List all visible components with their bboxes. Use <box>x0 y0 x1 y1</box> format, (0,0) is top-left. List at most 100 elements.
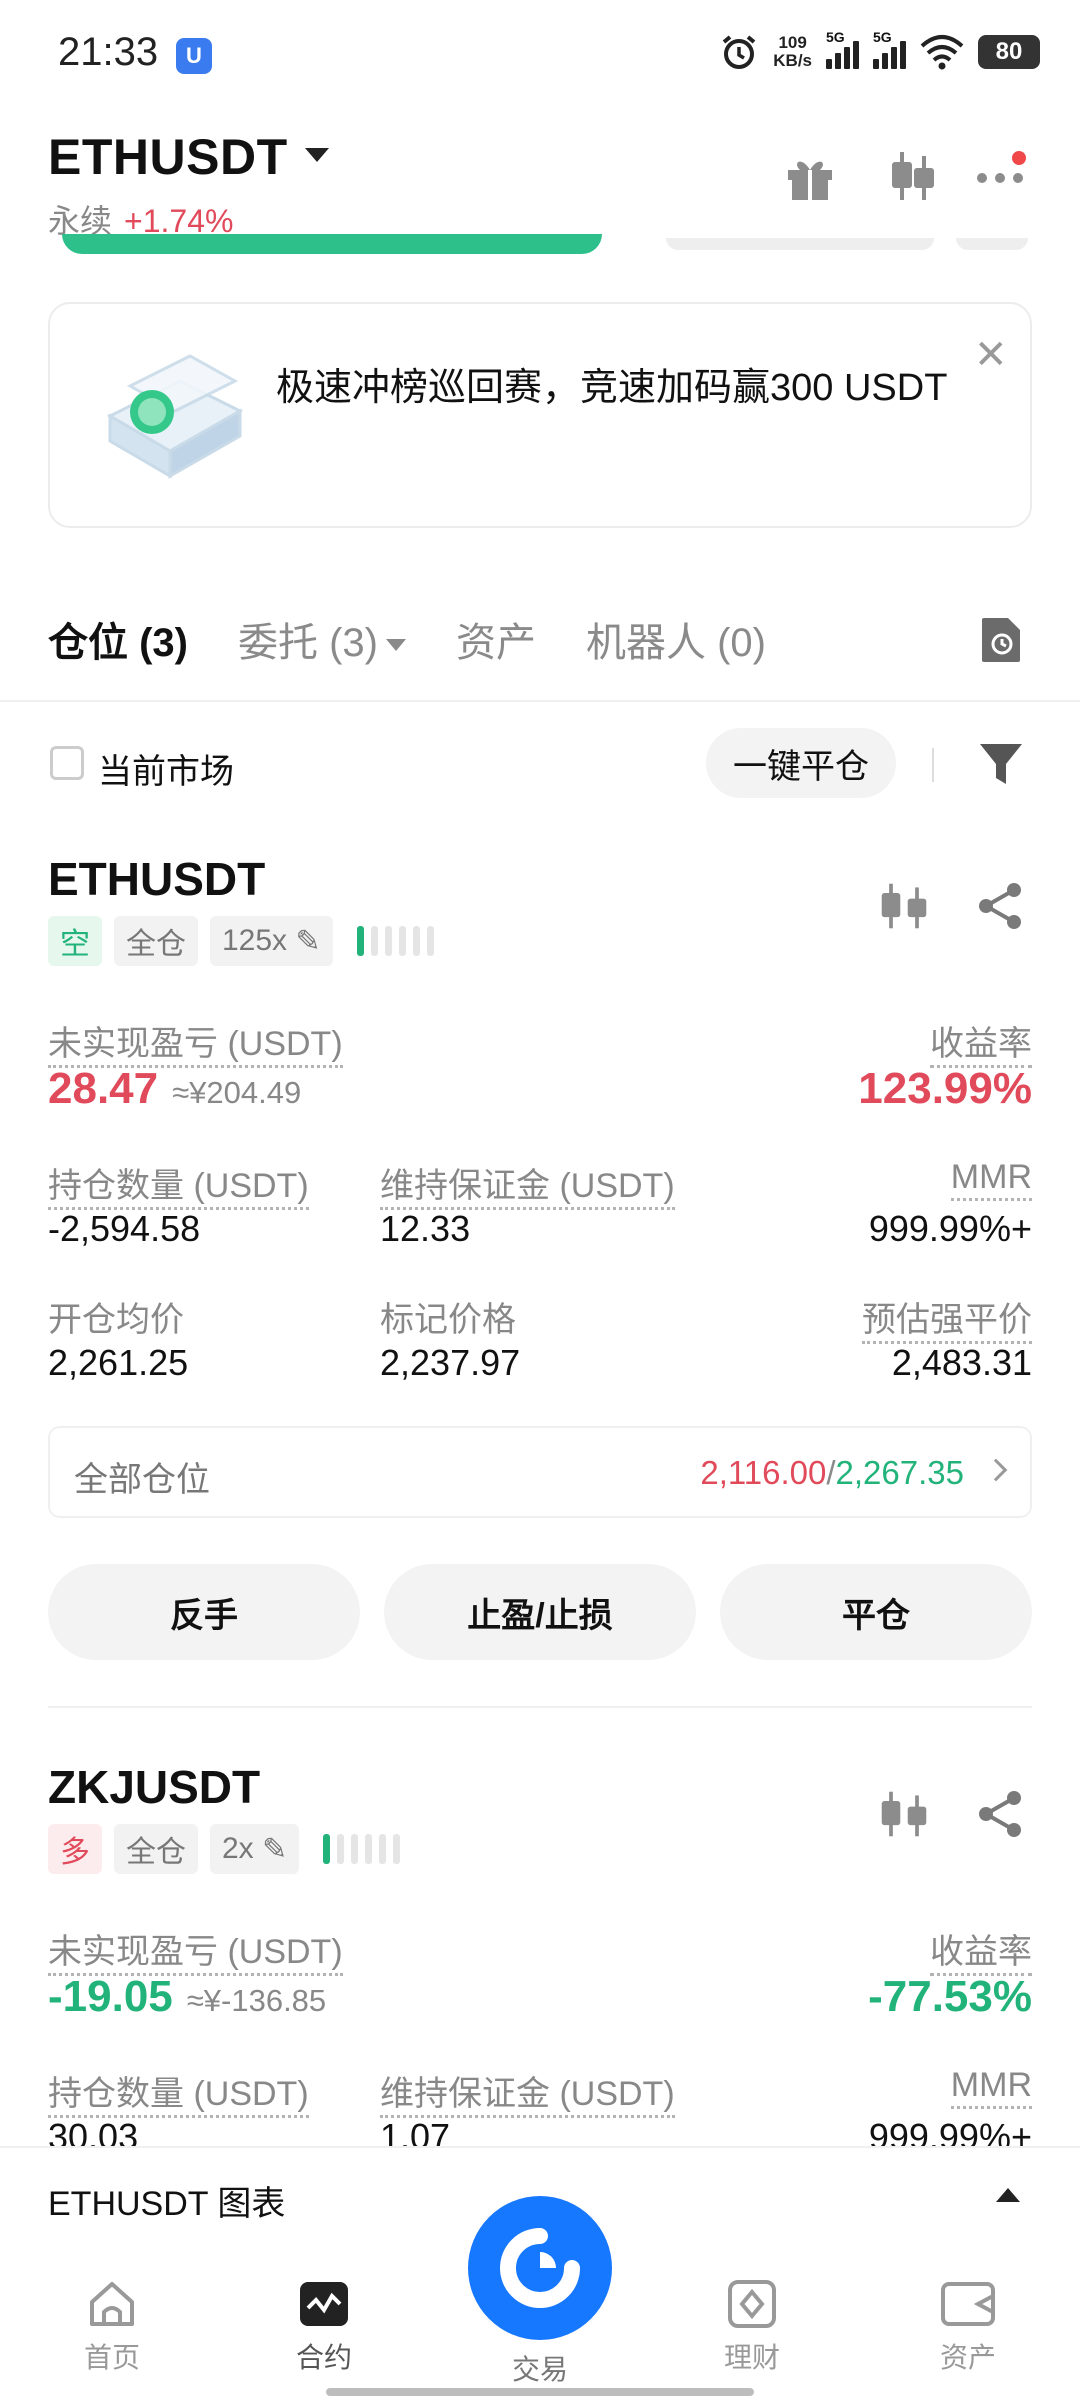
leverage-tag[interactable]: 2x ✎ <box>210 1824 300 1874</box>
divider <box>932 748 934 782</box>
battery-icon: 80 <box>978 35 1040 69</box>
entry-price-label: 开仓均价 <box>48 1301 184 1339</box>
nav-earn[interactable]: 理财 <box>682 2278 822 2376</box>
trophy-box-icon <box>106 354 244 479</box>
leverage-tag[interactable]: 125x ✎ <box>210 916 333 966</box>
position-size-label[interactable]: 持仓数量 (USDT) <box>48 2075 309 2118</box>
unrealized-pnl-label[interactable]: 未实现盈亏 (USDT) <box>48 1025 343 1068</box>
all-positions-label: 全部仓位 <box>74 1461 210 1499</box>
signal-icon-2: 5G <box>873 29 906 69</box>
position-tags: 空 全仓 125x ✎ <box>48 916 434 966</box>
trade-label: 交易 <box>511 2354 568 2385</box>
promo-text: 极速冲榜巡回赛，竞速加码赢300 USDT <box>276 367 948 409</box>
tab-assets[interactable]: 资产 <box>456 610 536 668</box>
roi-value: 123.99% <box>858 1064 1032 1113</box>
liquidation-price-value: 2,483.31 <box>891 1342 1032 1383</box>
document-icon[interactable] <box>980 616 1022 664</box>
chevron-up-icon <box>996 2188 1020 2202</box>
pair-dropdown-icon[interactable] <box>305 148 329 162</box>
unrealized-pnl-value: -19.05 <box>48 1972 173 2021</box>
liquidation-price-label[interactable]: 预估强平价 <box>862 1301 1032 1344</box>
candlestick-chart-icon[interactable] <box>878 148 934 204</box>
wifi-icon <box>920 35 964 70</box>
mmr-value: 999.99%+ <box>868 2116 1032 2146</box>
unrealized-pnl-value: 28.47 <box>48 1064 159 1113</box>
current-market-checkbox[interactable] <box>50 746 84 780</box>
edit-icon: ✎ <box>295 924 321 958</box>
app-notification-icon: U <box>176 38 212 74</box>
mark-price-label: 标记价格 <box>380 1301 516 1339</box>
share-icon[interactable] <box>974 1788 1026 1840</box>
roi-label[interactable]: 收益率 <box>930 1025 1032 1068</box>
candlestick-chart-icon[interactable] <box>878 880 930 932</box>
mmr-label[interactable]: MMR <box>950 2066 1032 2109</box>
status-indicators: 109 KB/s 5G 5G 80 <box>719 29 1040 72</box>
scroll-card-fragment-2 <box>956 238 1028 250</box>
maintenance-margin-label[interactable]: 维持保证金 (USDT) <box>380 1167 675 1210</box>
divider <box>0 700 1080 702</box>
risk-meter <box>323 1834 401 1864</box>
close-position-button[interactable]: 平仓 <box>720 1564 1032 1660</box>
margin-mode-tag[interactable]: 全仓 <box>114 1824 198 1874</box>
network-speed: 109 KB/s <box>773 33 812 70</box>
home-indicator[interactable] <box>326 2388 754 2396</box>
edit-icon: ✎ <box>262 1832 288 1866</box>
chevron-down-icon <box>386 639 406 652</box>
position-symbol[interactable]: ETHUSDT <box>48 852 265 906</box>
all-positions-row[interactable]: 全部仓位 2,116.00/2,267.35 <box>48 1426 1032 1518</box>
position-tags: 多 全仓 2x ✎ <box>48 1824 401 1874</box>
alarm-icon <box>722 35 756 69</box>
maintenance-margin-label[interactable]: 维持保证金 (USDT) <box>380 2075 675 2118</box>
close-icon[interactable]: ✕ <box>974 332 1008 378</box>
nav-futures[interactable]: 合约 <box>254 2278 394 2376</box>
pair-title[interactable]: ETHUSDT <box>48 128 288 186</box>
chevron-right-icon <box>984 1458 1008 1482</box>
position-symbol[interactable]: ZKJUSDT <box>48 1760 260 1814</box>
unrealized-pnl-cny: ≈¥204.49 <box>172 1075 302 1110</box>
unrealized-pnl-cny: ≈¥-136.85 <box>186 1983 327 2018</box>
close-all-button[interactable]: 一键平仓 <box>706 728 896 798</box>
tab-positions[interactable]: 仓位 (3) <box>48 610 188 668</box>
divider <box>48 1706 1032 1708</box>
home-icon <box>90 2282 134 2326</box>
chart-toggle-label: ETHUSDT 图表 <box>48 2185 286 2223</box>
share-icon[interactable] <box>974 880 1026 932</box>
side-tag: 多 <box>48 1824 102 1874</box>
tp-sl-button[interactable]: 止盈/止损 <box>384 1564 696 1660</box>
position-card: ZKJUSDT 多 全仓 2x ✎ 未实现盈亏 (USDT) 收益率 -19.0… <box>0 1760 1080 2146</box>
all-positions-red-value: 2,116.00 <box>700 1454 827 1491</box>
unrealized-pnl-label[interactable]: 未实现盈亏 (USDT) <box>48 1933 343 1976</box>
position-size-value: -2,594.58 <box>48 1208 201 1249</box>
position-size-value: 30.03 <box>48 2116 139 2146</box>
tab-bots[interactable]: 机器人 (0) <box>586 610 766 668</box>
tab-bar: 仓位 (3) 委托 (3) 资产 机器人 (0) <box>48 610 816 668</box>
trade-button[interactable] <box>468 2196 612 2340</box>
mmr-label[interactable]: MMR <box>950 1158 1032 1201</box>
position-card: ETHUSDT 空 全仓 125x ✎ 未实现盈亏 (USDT) 收益率 28.… <box>0 852 1080 1722</box>
scroll-card-fragment <box>666 238 934 250</box>
maintenance-margin-value: 1.07 <box>380 2116 451 2146</box>
trade-icon <box>500 2228 580 2308</box>
candlestick-chart-icon[interactable] <box>878 1788 930 1840</box>
nav-assets[interactable]: 资产 <box>898 2278 1038 2376</box>
maintenance-margin-value: 12.33 <box>380 1208 471 1249</box>
filter-icon[interactable] <box>978 740 1024 788</box>
current-market-label: 当前市场 <box>98 753 234 791</box>
side-tag: 空 <box>48 916 102 966</box>
wallet-icon <box>941 2282 995 2326</box>
entry-price-value: 2,261.25 <box>48 1342 189 1383</box>
reverse-button[interactable]: 反手 <box>48 1564 360 1660</box>
gift-icon[interactable] <box>782 148 838 204</box>
roi-value: -77.53% <box>868 1972 1032 2021</box>
earn-icon <box>728 2280 776 2328</box>
all-positions-green-value: 2,267.35 <box>835 1454 964 1491</box>
progress-bar-fragment <box>62 234 602 254</box>
position-size-label[interactable]: 持仓数量 (USDT) <box>48 1167 309 1210</box>
roi-label[interactable]: 收益率 <box>930 1933 1032 1976</box>
margin-mode-tag[interactable]: 全仓 <box>114 916 198 966</box>
tab-orders[interactable]: 委托 (3) <box>238 610 406 668</box>
more-icon[interactable] <box>974 148 1030 204</box>
mmr-value: 999.99%+ <box>868 1208 1032 1249</box>
nav-home[interactable]: 首页 <box>42 2278 182 2376</box>
risk-meter <box>356 926 434 956</box>
